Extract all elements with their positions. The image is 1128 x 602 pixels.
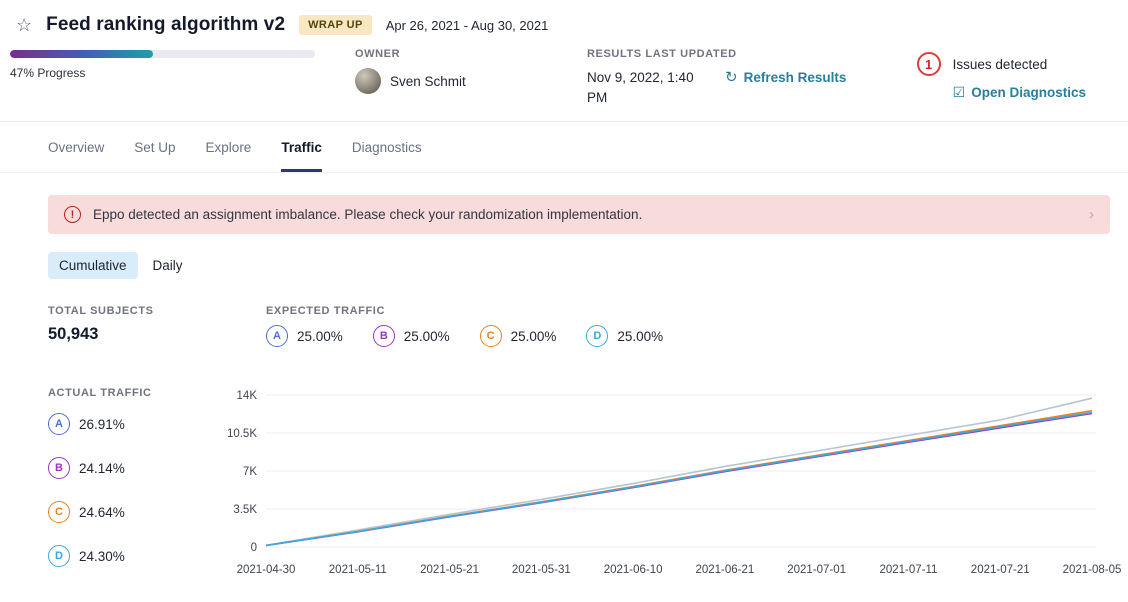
expected-variant-d-value: 25.00% [617,329,663,344]
refresh-icon: ↻ [725,68,738,86]
svg-text:2021-05-31: 2021-05-31 [512,564,571,576]
svg-text:2021-07-21: 2021-07-21 [971,564,1030,576]
wrap-up-badge[interactable]: WRAP UP [299,15,372,35]
owner-name: Sven Schmit [390,74,466,89]
svg-text:2021-08-05: 2021-08-05 [1063,564,1122,576]
stats-row: TOTAL SUBJECTS 50,943 EXPECTED TRAFFIC A… [48,305,1128,347]
tab-explore[interactable]: Explore [206,140,252,172]
open-diagnostics-label: Open Diagnostics [971,85,1086,100]
chevron-right-icon[interactable]: › [1089,206,1094,223]
expected-variant-d: D 25.00% [586,325,663,347]
page-title: Feed ranking algorithm v2 [46,14,285,36]
toggle-cumulative[interactable]: Cumulative [48,252,138,279]
actual-variant-b-value: 24.14% [79,461,125,476]
progress-label: 47% Progress [10,66,315,80]
total-subjects-value: 50,943 [48,325,266,344]
issues-detected-text: Issues detected [953,57,1048,72]
actual-variant-c-value: 24.64% [79,505,125,520]
variant-b-badge: B [373,325,395,347]
actual-variant-a: A 26.91% [48,413,222,435]
owner-avatar [355,68,381,94]
svg-text:2021-05-21: 2021-05-21 [420,564,479,576]
warning-icon: ! [64,206,81,223]
svg-text:2021-05-11: 2021-05-11 [329,564,387,576]
svg-text:0: 0 [251,542,257,554]
traffic-chart-section: ACTUAL TRAFFIC A 26.91% B 24.14% C 24.64… [0,387,1128,589]
variant-a-badge: A [48,413,70,435]
progress-block: 47% Progress [10,50,315,80]
svg-text:14K: 14K [237,390,258,402]
total-subjects-label: TOTAL SUBJECTS [48,305,266,317]
variant-d-badge: D [586,325,608,347]
expected-variant-a: A 25.00% [266,325,343,347]
meta-row: 47% Progress OWNER Sven Schmit RESULTS L… [0,36,1128,107]
svg-text:2021-07-11: 2021-07-11 [879,564,937,576]
svg-text:2021-06-10: 2021-06-10 [604,564,663,576]
open-diagnostics-link[interactable]: ☑ Open Diagnostics [953,84,1086,101]
alert-message: Eppo detected an assignment imbalance. P… [93,207,642,222]
variant-b-badge: B [48,457,70,479]
traffic-chart[interactable]: 0 3.5K 7K 10.5K 14K 2021-04-30 2021-05-11 2021-… [222,387,1122,579]
chart-wrap: 0 3.5K 7K 10.5K 14K 2021-04-30 2021-05-11 2021-… [222,387,1128,589]
progress-bar-fill [10,50,153,58]
results-last-updated-label: RESULTS LAST UPDATED [587,48,862,60]
svg-text:3.5K: 3.5K [233,504,257,516]
diagnostics-checklist-icon: ☑ [953,84,966,101]
actual-traffic-label: ACTUAL TRAFFIC [48,387,222,399]
variant-c-badge: C [480,325,502,347]
actual-traffic-block: ACTUAL TRAFFIC A 26.91% B 24.14% C 24.64… [0,387,222,589]
svg-text:2021-04-30: 2021-04-30 [237,564,296,576]
actual-variant-a-value: 26.91% [79,417,125,432]
actual-variant-b: B 24.14% [48,457,222,479]
refresh-results-label: Refresh Results [744,70,847,85]
owner-label: OWNER [355,48,587,60]
svg-text:7K: 7K [243,466,257,478]
experiment-date-range: Apr 26, 2021 - Aug 30, 2021 [386,18,549,33]
results-timestamp: Nov 9, 2022, 1:40 PM [587,68,699,107]
svg-text:2021-06-21: 2021-06-21 [695,564,754,576]
svg-text:10.5K: 10.5K [227,428,257,440]
experiment-header: ☆ Feed ranking algorithm v2 WRAP UP Apr … [0,0,1128,122]
assignment-imbalance-alert[interactable]: ! Eppo detected an assignment imbalance.… [48,195,1110,234]
issues-count-badge: 1 [917,52,941,76]
cumulative-daily-toggle: Cumulative Daily [48,252,1128,279]
expected-variant-b-value: 25.00% [404,329,450,344]
title-row: ☆ Feed ranking algorithm v2 WRAP UP Apr … [0,14,1128,36]
expected-variant-b: B 25.00% [373,325,450,347]
tab-bar: Overview Set Up Explore Traffic Diagnost… [0,122,1128,173]
actual-variant-d-value: 24.30% [79,549,125,564]
tab-traffic[interactable]: Traffic [281,140,322,172]
tab-diagnostics[interactable]: Diagnostics [352,140,422,172]
expected-variant-c: C 25.00% [480,325,557,347]
expected-traffic-label: EXPECTED TRAFFIC [266,305,663,317]
expected-traffic-block: EXPECTED TRAFFIC A 25.00% B 25.00% C 25.… [266,305,663,347]
total-subjects-block: TOTAL SUBJECTS 50,943 [48,305,266,347]
issues-block: 1 Issues detected ☑ Open Diagnostics [917,52,1086,101]
owner-block: OWNER Sven Schmit [355,48,587,94]
tab-set-up[interactable]: Set Up [134,140,175,172]
actual-variant-d: D 24.30% [48,545,222,567]
favorite-star-icon[interactable]: ☆ [16,16,32,34]
actual-variant-c: C 24.64% [48,501,222,523]
toggle-daily[interactable]: Daily [142,252,194,279]
variant-d-badge: D [48,545,70,567]
expected-variant-a-value: 25.00% [297,329,343,344]
variant-c-badge: C [48,501,70,523]
results-block: RESULTS LAST UPDATED Nov 9, 2022, 1:40 P… [587,48,862,107]
refresh-results-button[interactable]: ↻ Refresh Results [725,68,846,86]
expected-variant-c-value: 25.00% [511,329,557,344]
svg-text:2021-07-01: 2021-07-01 [787,564,846,576]
progress-bar [10,50,315,58]
variant-a-badge: A [266,325,288,347]
tab-overview[interactable]: Overview [48,140,104,172]
